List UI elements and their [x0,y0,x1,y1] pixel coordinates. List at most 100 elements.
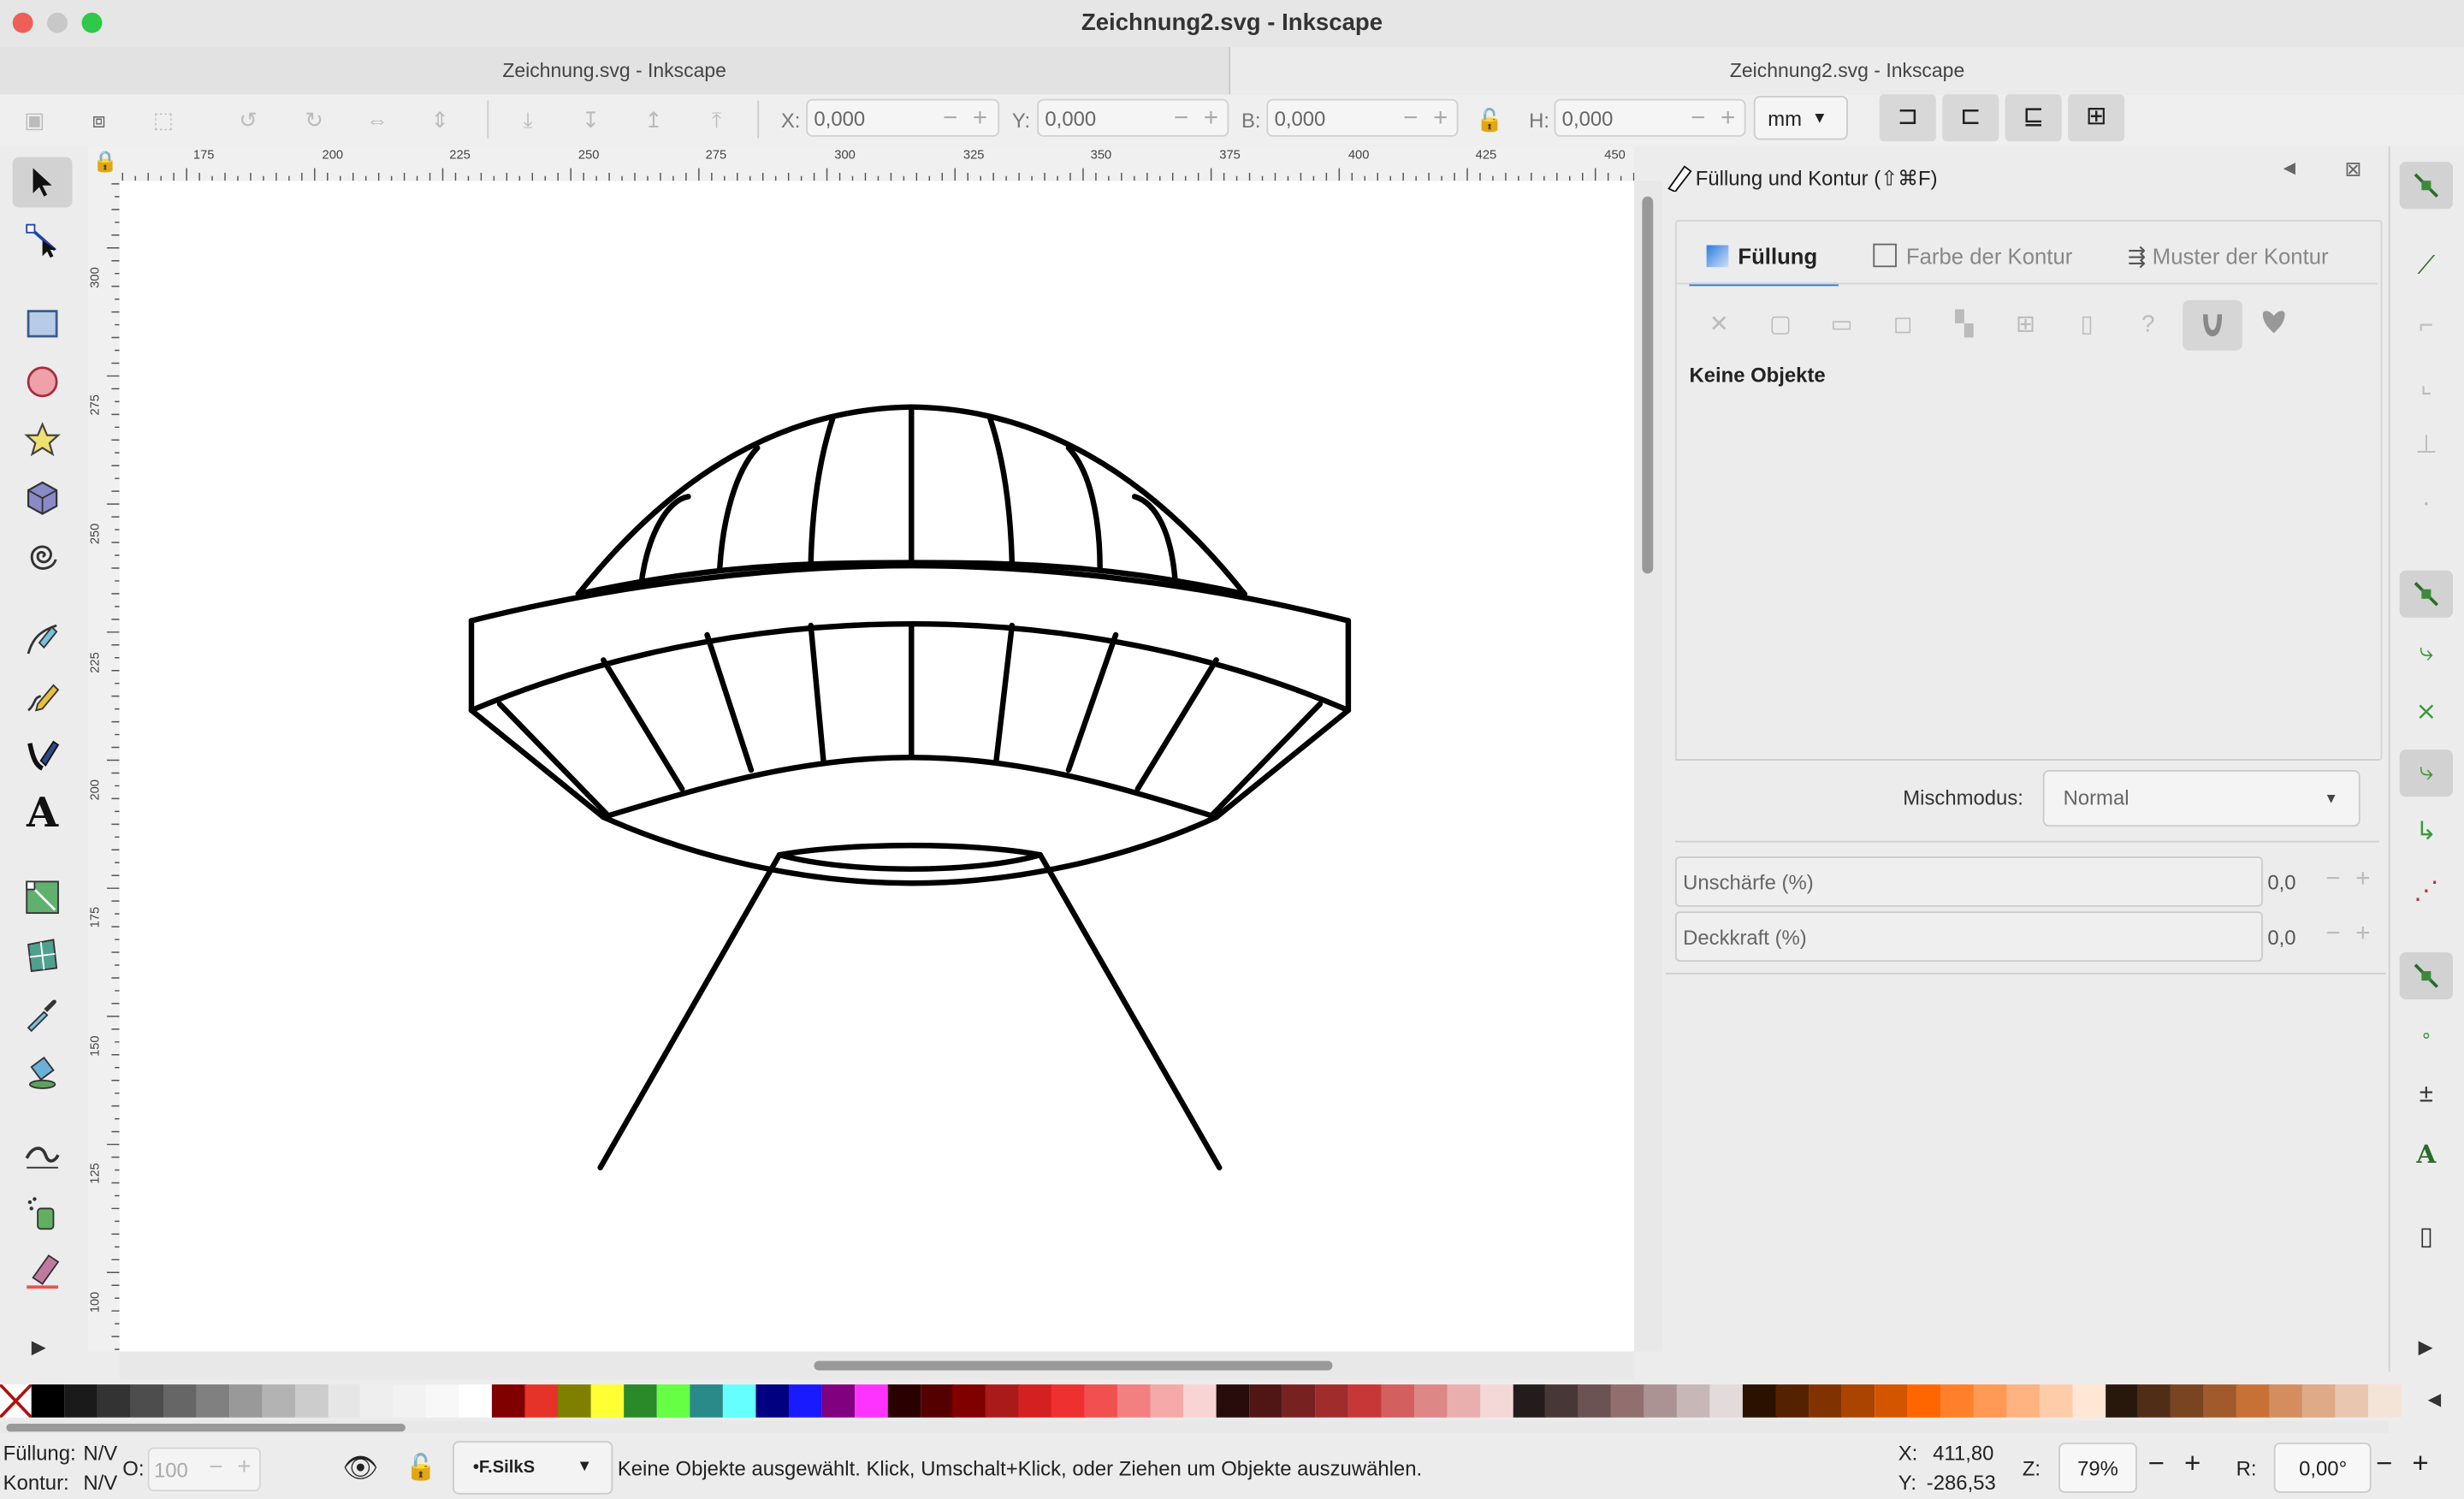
color-swatch[interactable] [1611,1384,1645,1418]
snap-smooth-nodes-icon[interactable]: ↳ [2400,809,2453,856]
snap-nodes-button[interactable] [2399,570,2454,618]
spray-tool-button[interactable] [13,1188,73,1239]
color-swatch[interactable] [1051,1384,1086,1418]
snap-bbox-edge-icon[interactable]: ⌐ [2400,303,2453,350]
color-swatch[interactable] [262,1384,296,1418]
layer-select[interactable]: •F.SilkS ▼ [452,1441,613,1495]
move-gradients-button[interactable]: ⊑ [2005,94,2062,142]
opacity-increment-button[interactable]: + [2355,921,2370,949]
color-swatch[interactable] [986,1384,1020,1418]
linear-gradient-icon[interactable]: ▭ [1823,306,1861,344]
color-swatch[interactable] [2203,1384,2238,1418]
pencil-tool-button[interactable] [13,672,73,723]
dropper-tool-button[interactable] [13,988,73,1039]
flip-vertical-icon[interactable]: ⇕ [424,104,456,135]
rotate-decrement-button[interactable]: − [2376,1448,2392,1481]
blur-decrement-button[interactable]: − [2325,866,2340,894]
color-swatch[interactable] [1545,1384,1579,1418]
color-swatch[interactable] [2269,1384,2303,1418]
color-swatch[interactable] [2071,1384,2106,1418]
color-swatch[interactable] [64,1384,98,1418]
color-swatch[interactable] [854,1384,888,1418]
color-swatch[interactable] [1743,1384,1777,1418]
color-swatch[interactable] [1183,1384,1217,1418]
color-swatch[interactable] [524,1384,560,1418]
dock-left-icon[interactable]: ◀ [2283,160,2295,177]
zoom-input[interactable]: 79% [2058,1443,2137,1493]
rotate-increment-button[interactable]: + [2412,1448,2428,1481]
lower-to-bottom-icon[interactable]: ⤓ [512,104,544,135]
circle-tool-button[interactable] [13,357,73,407]
color-swatch[interactable] [690,1384,724,1418]
color-swatch[interactable] [1216,1384,1250,1418]
snap-page-border-icon[interactable]: ▯ [2400,1215,2453,1262]
vertical-scrollbar[interactable] [1634,181,1663,1352]
snap-bbox-icon[interactable]: ⟋ [2400,244,2453,291]
paint-bucket-tool-button[interactable] [13,1046,73,1097]
palette-scroll-thumb[interactable] [6,1424,406,1432]
selector-tool-button[interactable] [12,157,73,208]
gradient-tool-button[interactable] [13,872,73,922]
color-swatch[interactable] [1940,1384,1975,1418]
color-swatch[interactable] [1446,1384,1481,1418]
snap-path-intersection-icon[interactable]: ⨯ [2400,690,2453,737]
palette-menu-icon[interactable]: ◀ [2428,1389,2442,1409]
opacity-input[interactable]: 100 − + [147,1447,261,1492]
color-swatch[interactable] [1315,1384,1349,1418]
expand-snap-bar-icon[interactable]: ▶ [2419,1336,2433,1358]
tab-stroke-paint[interactable]: Farbe der Kontur [1873,229,2072,282]
palette-scrollbar[interactable] [0,1420,2389,1434]
width-decrement-button[interactable]: − [1403,101,1418,139]
star-tool-button[interactable] [13,415,73,465]
horizontal-scroll-thumb[interactable] [814,1360,1333,1371]
snap-cusp-nodes-button[interactable]: ⤷ [2399,750,2454,797]
no-paint-icon[interactable]: ✕ [1700,306,1738,344]
tab-fill[interactable]: Füllung [1689,229,1839,287]
color-swatch[interactable] [163,1384,197,1418]
color-swatch[interactable] [228,1384,263,1418]
select-all-icon[interactable]: ▣ [19,104,50,135]
layer-lock-icon[interactable]: 🔓 [406,1452,437,1484]
color-swatch[interactable] [1150,1384,1185,1418]
color-swatch[interactable] [1809,1384,1843,1418]
mesh-gradient-icon[interactable]: ▚ [1946,306,1983,344]
color-swatch[interactable] [1380,1384,1415,1418]
color-swatch[interactable] [31,1384,66,1418]
snap-text-baseline-icon[interactable]: A [2400,1131,2453,1178]
snap-bbox-midpoint-icon[interactable]: ⊥ [2400,423,2453,470]
color-swatch[interactable] [2039,1384,2073,1418]
evenodd-fill-button[interactable] [2183,299,2242,351]
lock-guides-icon[interactable]: 🔒 [92,149,118,174]
color-swatch[interactable] [1249,1384,1283,1418]
unit-select[interactable]: mm ▼ [1753,96,1848,140]
height-increment-button[interactable]: + [1721,101,1735,139]
color-swatch[interactable] [1348,1384,1382,1418]
raise-to-top-icon[interactable]: ⤒ [701,104,732,135]
color-swatch[interactable] [722,1384,756,1418]
layer-visibility-icon[interactable]: 👁 [342,1452,378,1485]
color-swatch[interactable] [196,1384,230,1418]
color-swatch[interactable] [1775,1384,1810,1418]
color-swatch[interactable] [327,1384,362,1418]
color-swatch[interactable] [2302,1384,2337,1418]
height-decrement-button[interactable]: − [1691,101,1705,139]
color-swatch[interactable] [788,1384,822,1418]
color-swatch[interactable] [130,1384,164,1418]
color-swatch[interactable] [360,1384,394,1418]
width-input[interactable]: 0,000 − + [1266,98,1459,139]
drawing-canvas[interactable] [119,181,1635,1352]
color-swatch[interactable] [97,1384,132,1418]
swatch-icon[interactable]: ▯ [2068,306,2106,344]
zoom-in-button[interactable]: + [2184,1448,2200,1481]
stroke-indicator-value[interactable]: N/V [83,1471,117,1495]
y-input[interactable]: 0,000 − + [1037,98,1229,139]
color-swatch[interactable] [1677,1384,1711,1418]
y-decrement-button[interactable]: − [1174,101,1188,139]
snap-toggle-button[interactable] [2399,162,2454,210]
color-swatch[interactable] [1018,1384,1053,1418]
expand-toolbox-icon[interactable]: ▶ [32,1336,46,1358]
opacity-decrement-button[interactable]: − [2325,921,2340,949]
color-swatch[interactable] [1874,1384,1909,1418]
color-swatch[interactable] [2367,1384,2402,1418]
move-patterns-button[interactable]: ⊞ [2068,94,2125,142]
